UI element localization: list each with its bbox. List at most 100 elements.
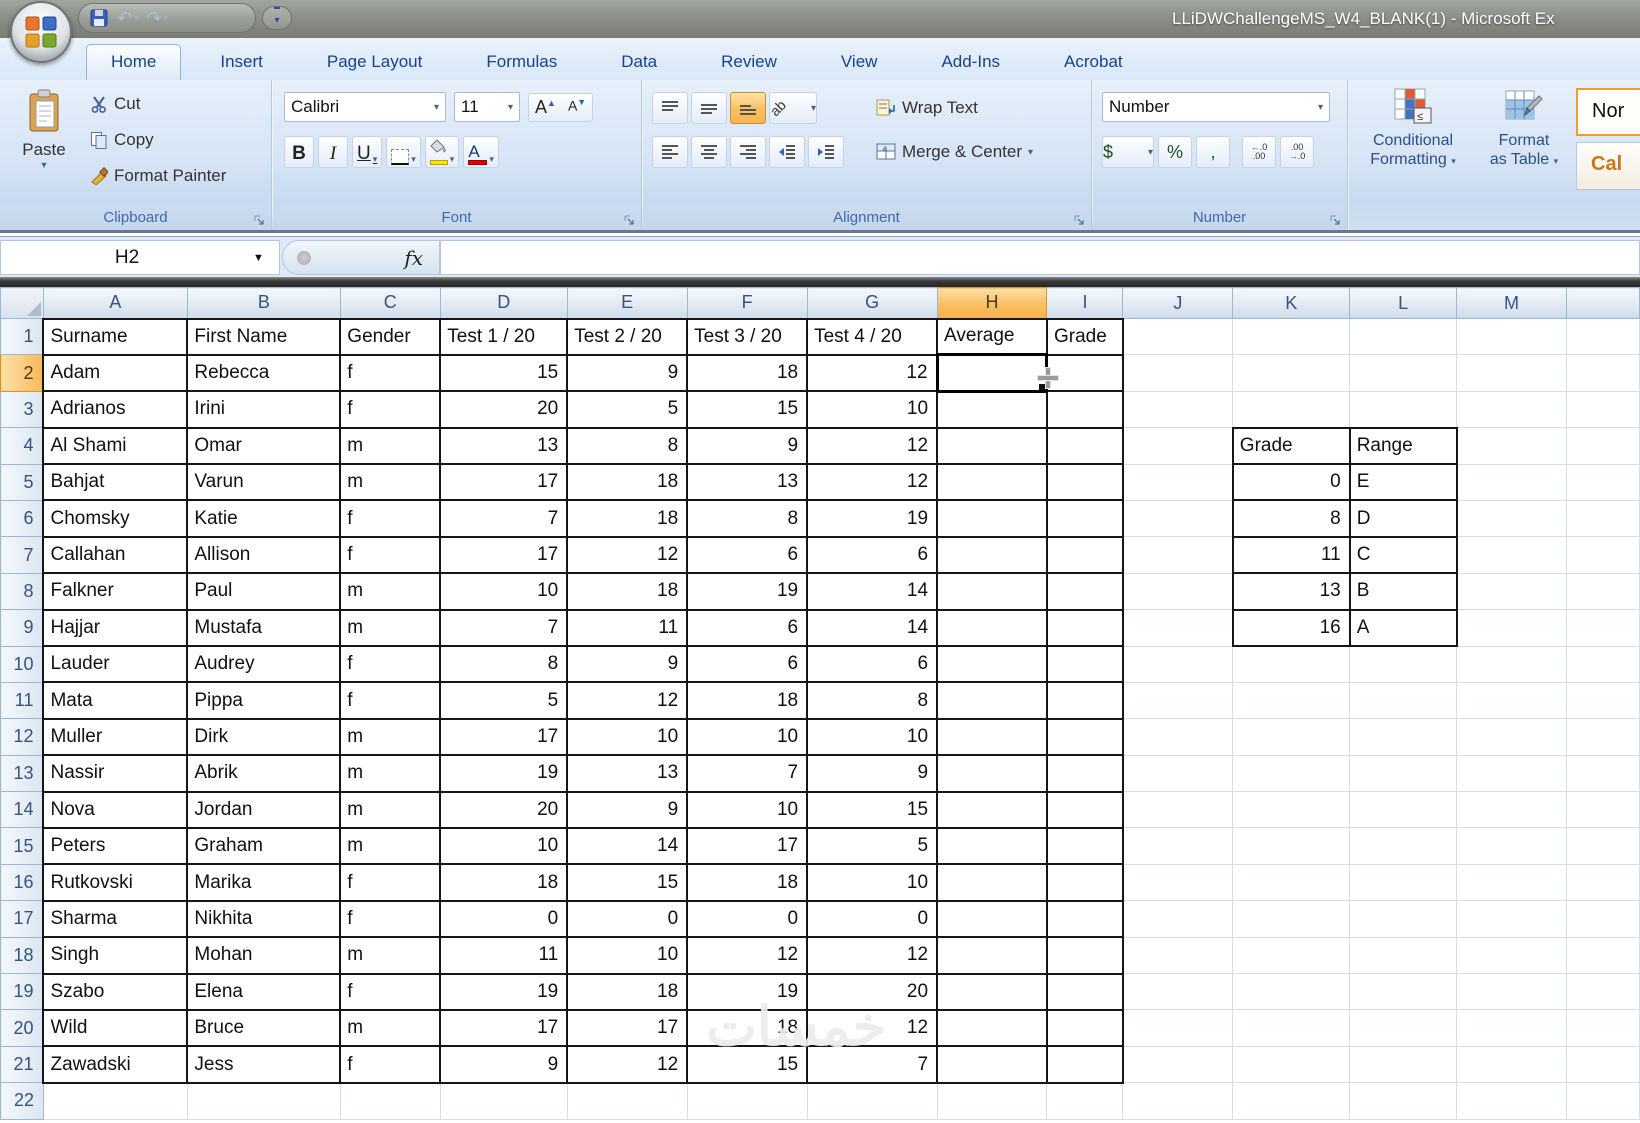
row-header-6[interactable]: 6	[0, 499, 44, 538]
cell-I5[interactable]	[1045, 463, 1124, 502]
cell-G7[interactable]: 6	[806, 535, 939, 575]
cell-M12[interactable]	[1456, 718, 1567, 756]
cell-D20[interactable]: 17	[439, 1008, 569, 1048]
qat-customize-button[interactable]: ▾	[262, 6, 292, 30]
cell-F18[interactable]: 12	[686, 936, 809, 975]
cell-B6[interactable]: Katie	[186, 499, 342, 538]
cell-D12[interactable]: 17	[439, 717, 569, 757]
cell-H5[interactable]	[936, 463, 1048, 502]
cell-F13[interactable]: 7	[686, 754, 809, 793]
cell-A17[interactable]: Sharma	[42, 899, 189, 939]
font-dialog-launcher[interactable]	[622, 212, 636, 226]
cell-C10[interactable]: f	[339, 645, 442, 684]
italic-button[interactable]: I	[318, 136, 348, 168]
cell-D9[interactable]: 7	[439, 608, 569, 648]
cell-H17[interactable]	[936, 899, 1048, 939]
col-header-C[interactable]: C	[339, 287, 441, 319]
cell-G15[interactable]: 5	[806, 826, 939, 866]
cell-C8[interactable]: m	[339, 572, 442, 611]
tab-view[interactable]: View	[816, 44, 903, 80]
cell-M11[interactable]	[1456, 681, 1567, 720]
cell-D7[interactable]: 17	[439, 535, 569, 575]
cell-F4[interactable]: 9	[686, 426, 809, 466]
borders-dropdown-icon[interactable]: ▾	[411, 154, 416, 165]
fill-color-button[interactable]: ▾	[424, 136, 460, 168]
row-header-20[interactable]: 20	[0, 1009, 44, 1047]
cell-A13[interactable]: Nassir	[42, 754, 189, 793]
cell-B21[interactable]: Jess	[186, 1045, 342, 1084]
font-size-combo[interactable]: 11 ▾	[454, 92, 520, 122]
cell-F22[interactable]	[686, 1082, 808, 1120]
col-header-A[interactable]: A	[42, 287, 188, 319]
cell-A21[interactable]: Zawadski	[42, 1045, 189, 1084]
cell-I13[interactable]	[1045, 754, 1124, 793]
cell-H22[interactable]	[936, 1082, 1048, 1120]
paste-button[interactable]: Paste ▾	[12, 88, 76, 200]
cell-L22[interactable]	[1349, 1082, 1458, 1120]
cell-L6[interactable]: D	[1348, 499, 1458, 538]
cell-C20[interactable]: m	[339, 1008, 442, 1048]
cell-N1[interactable]	[1565, 317, 1640, 356]
cell-G14[interactable]: 15	[806, 790, 939, 829]
format-as-table-button[interactable]: Format as Table ▾	[1476, 88, 1572, 171]
cell-K21[interactable]	[1232, 1045, 1351, 1084]
cell-K5[interactable]: 0	[1231, 463, 1351, 502]
cell-A15[interactable]: Peters	[42, 826, 189, 866]
cell-J3[interactable]	[1122, 390, 1234, 429]
orientation-button[interactable]: ab ▾	[767, 92, 817, 124]
cell-L1[interactable]	[1349, 317, 1458, 356]
merge-center-dropdown-icon[interactable]: ▾	[1028, 147, 1033, 158]
cell-A4[interactable]: Al Shami	[42, 426, 189, 466]
cell-A9[interactable]: Hajjar	[42, 608, 189, 648]
cell-G17[interactable]: 0	[806, 899, 939, 939]
style-normal[interactable]: Nor	[1576, 88, 1640, 136]
cell-H8[interactable]	[936, 572, 1048, 611]
row-header-13[interactable]: 13	[0, 754, 44, 793]
cell-G22[interactable]	[806, 1082, 938, 1120]
col-header-M[interactable]: M	[1456, 287, 1567, 319]
cell-L9[interactable]: A	[1348, 608, 1458, 648]
cell-D6[interactable]: 7	[439, 499, 569, 538]
top-align-button[interactable]	[652, 92, 688, 124]
cell-D10[interactable]: 8	[439, 645, 569, 684]
bold-button[interactable]: B	[284, 136, 314, 168]
cell-N17[interactable]	[1565, 900, 1640, 938]
row-header-17[interactable]: 17	[0, 900, 44, 938]
cell-L15[interactable]	[1349, 827, 1458, 865]
cell-A22[interactable]	[42, 1082, 188, 1120]
cell-B1[interactable]: First Name	[186, 317, 342, 356]
tab-add-ins[interactable]: Add-Ins	[916, 44, 1025, 80]
fill-color-dropdown-icon[interactable]: ▾	[450, 154, 455, 165]
cell-I3[interactable]	[1045, 390, 1124, 429]
row-header-2[interactable]: 2	[0, 354, 44, 392]
cell-H9[interactable]	[936, 608, 1048, 648]
cell-C5[interactable]: m	[339, 463, 442, 502]
cell-A12[interactable]: Muller	[42, 717, 189, 757]
cell-K18[interactable]	[1232, 936, 1351, 975]
row-header-14[interactable]: 14	[0, 791, 44, 829]
cell-B7[interactable]: Allison	[186, 535, 342, 575]
cell-M18[interactable]	[1456, 936, 1567, 975]
cell-M16[interactable]	[1456, 863, 1567, 902]
cell-M5[interactable]	[1456, 463, 1567, 501]
cell-M22[interactable]	[1456, 1082, 1567, 1120]
borders-button[interactable]: ▾	[386, 136, 421, 168]
cell-A18[interactable]: Singh	[42, 936, 189, 975]
cell-J5[interactable]	[1122, 463, 1234, 501]
increase-decimal-button[interactable]: ←.0.00	[1242, 136, 1276, 168]
grow-font-button[interactable]: A▲	[529, 94, 562, 121]
cell-C9[interactable]: m	[339, 608, 442, 648]
cell-J9[interactable]	[1122, 609, 1234, 647]
cell-N21[interactable]	[1565, 1045, 1640, 1084]
tab-home[interactable]: Home	[86, 44, 182, 80]
cell-G20[interactable]: 12	[806, 1008, 939, 1048]
orientation-dropdown-icon[interactable]: ▾	[811, 103, 816, 114]
cell-M8[interactable]	[1456, 572, 1567, 611]
tab-acrobat[interactable]: Acrobat	[1039, 44, 1148, 80]
cell-A14[interactable]: Nova	[42, 790, 189, 829]
cell-N19[interactable]	[1565, 973, 1640, 1011]
cell-H1[interactable]: Average	[936, 317, 1048, 356]
cell-K9[interactable]: 16	[1231, 608, 1351, 648]
cell-L4[interactable]: Range	[1348, 426, 1458, 466]
cell-F8[interactable]: 19	[686, 572, 809, 611]
